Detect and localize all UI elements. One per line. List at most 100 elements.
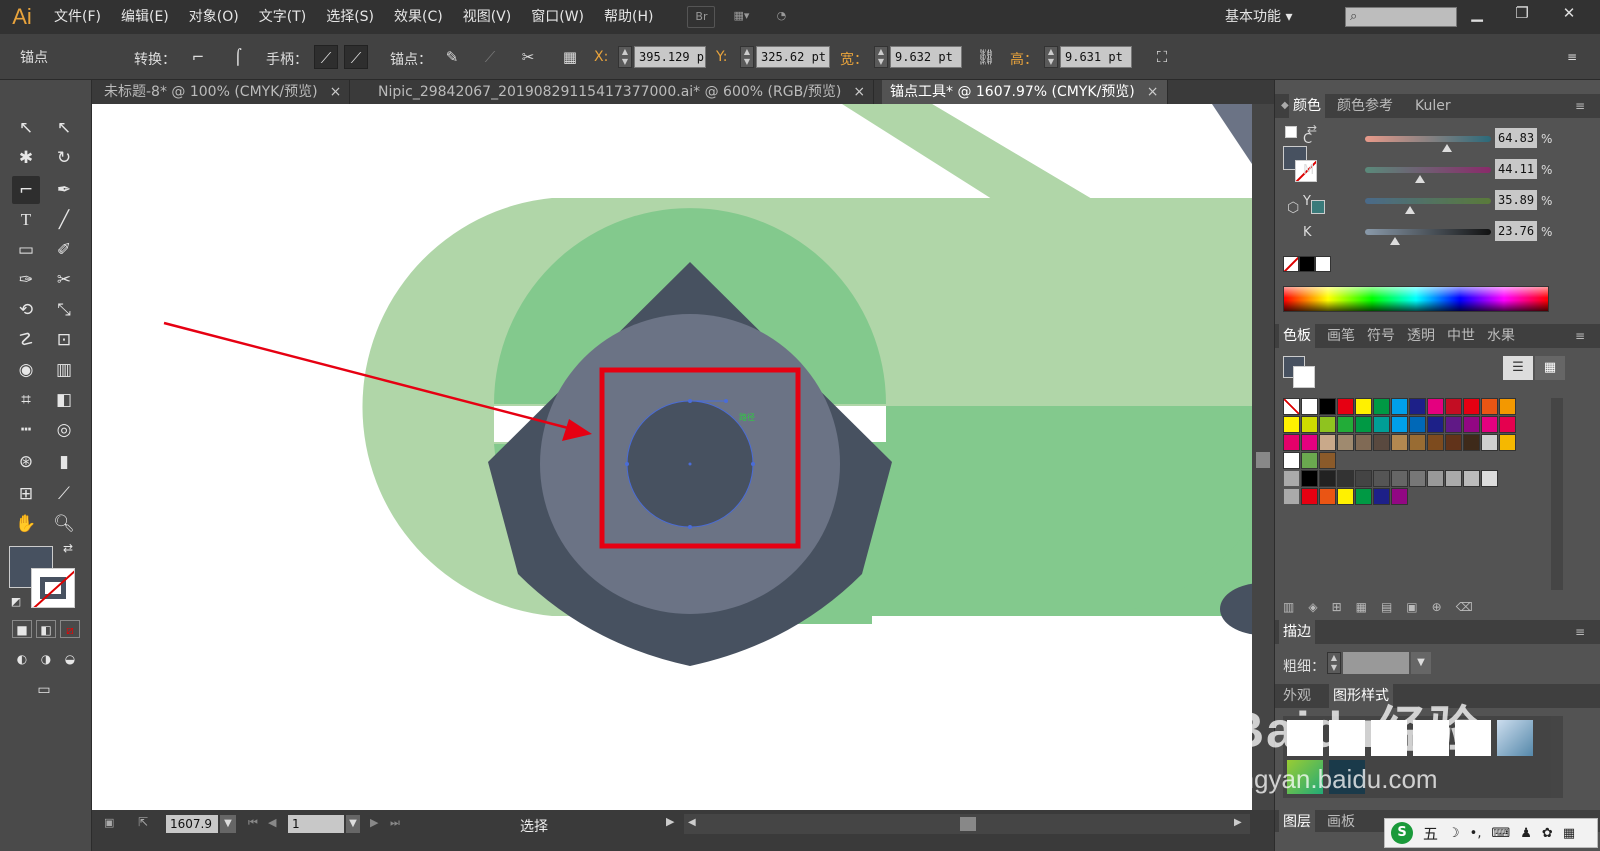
style-thumb[interactable] xyxy=(1371,720,1407,756)
color-swatch[interactable] xyxy=(1301,416,1318,433)
tab-graphic-styles[interactable]: 图形样式 xyxy=(1329,684,1393,708)
color-swatch[interactable] xyxy=(1301,470,1318,487)
menu-select[interactable]: 选择(S) xyxy=(316,0,384,34)
show-handles-icon[interactable]: ⟋ xyxy=(314,45,338,69)
color-swatch[interactable] xyxy=(1355,488,1372,505)
color-swatch[interactable] xyxy=(1301,398,1318,415)
gradient-tool-icon[interactable]: ◧ xyxy=(50,386,78,414)
draw-inside-icon[interactable]: ◒ xyxy=(60,650,80,668)
color-swatch[interactable] xyxy=(1463,470,1480,487)
tab-color-guide[interactable]: 颜色参考 xyxy=(1337,94,1393,118)
rotate-tool-icon[interactable]: ⟲ xyxy=(12,296,40,324)
stroke-swatch[interactable] xyxy=(31,568,75,608)
color-swatch[interactable] xyxy=(1319,488,1336,505)
color-spectrum[interactable] xyxy=(1283,286,1549,312)
collapse-icon[interactable]: ◆ xyxy=(1281,94,1289,118)
tab-document-1[interactable]: 未标题-8* @ 100% (CMYK/预览) × xyxy=(96,80,351,104)
color-swatch[interactable] xyxy=(1481,470,1498,487)
color-swatch[interactable] xyxy=(1499,398,1516,415)
ime-logo[interactable]: S xyxy=(1391,822,1413,844)
color-swatch[interactable] xyxy=(1373,488,1390,505)
zoom-tool-icon[interactable]: 🔍︎ xyxy=(50,510,78,538)
x-field[interactable]: 395.129 p xyxy=(634,46,706,68)
style-thumb[interactable] xyxy=(1329,720,1365,756)
tab-stroke[interactable]: 描边 xyxy=(1279,620,1315,644)
color-swatch[interactable] xyxy=(1337,434,1354,451)
shape-builder-tool-icon[interactable]: ◉ xyxy=(12,356,40,384)
artboard-field[interactable]: 1 xyxy=(288,815,344,833)
color-swatch[interactable] xyxy=(1373,470,1390,487)
color-swatch[interactable] xyxy=(1427,398,1444,415)
color-swatch[interactable] xyxy=(1355,470,1372,487)
panel-menu-icon[interactable]: ≡ xyxy=(1575,620,1585,644)
color-swatch[interactable] xyxy=(1409,470,1426,487)
color-swatch[interactable] xyxy=(1373,398,1390,415)
tab-brushes[interactable]: 画笔 xyxy=(1327,324,1355,348)
next-artboard-icon[interactable]: ▶ xyxy=(370,816,378,829)
color-swatch[interactable] xyxy=(1463,398,1480,415)
gradient-mode-icon[interactable]: ◧ xyxy=(36,620,56,638)
y-field[interactable]: 325.62 pt xyxy=(756,46,830,68)
tab-layers[interactable]: 图层 xyxy=(1279,810,1315,834)
type-tool-icon[interactable]: T xyxy=(12,206,40,234)
color-swatch[interactable] xyxy=(1391,398,1408,415)
scissors-tool-icon[interactable]: ✂ xyxy=(50,266,78,294)
color-mode-icon[interactable]: ■ xyxy=(12,620,32,638)
channel-m-slider[interactable] xyxy=(1365,167,1491,173)
graph-tool-icon[interactable]: ▮ xyxy=(50,448,78,476)
color-swatch[interactable] xyxy=(1319,398,1336,415)
tab-appearance[interactable]: 外观 xyxy=(1283,684,1311,708)
height-stepper[interactable]: ▲ ▼ xyxy=(1044,46,1058,68)
reference-point-icon[interactable]: ▦ xyxy=(558,45,582,69)
color-swatch[interactable] xyxy=(1355,434,1372,451)
list-view-icon[interactable]: ☰ xyxy=(1503,356,1533,380)
color-swatch[interactable] xyxy=(1445,416,1462,433)
color-swatch[interactable] xyxy=(1301,452,1318,469)
swatch-scrollbar[interactable] xyxy=(1551,398,1563,590)
width-field[interactable]: 9.632 pt xyxy=(890,46,962,68)
white-swatch[interactable] xyxy=(1315,256,1331,272)
menu-help[interactable]: 帮助(H) xyxy=(594,0,663,34)
workspace-switcher[interactable]: 基本功能 ▾ xyxy=(1225,0,1292,34)
tab-fruit[interactable]: 水果 xyxy=(1487,324,1515,348)
first-artboard-icon[interactable]: ⏮ xyxy=(248,816,258,830)
menu-effect[interactable]: 效果(C) xyxy=(384,0,453,34)
grid-icon[interactable]: ▦ xyxy=(1563,826,1575,841)
color-swatch[interactable] xyxy=(1427,470,1444,487)
gamut-swatch[interactable] xyxy=(1311,200,1325,214)
blob-brush-tool-icon[interactable]: ✑ xyxy=(12,266,40,294)
perspective-grid-tool-icon[interactable]: ▥ xyxy=(50,356,78,384)
color-swatch[interactable] xyxy=(1463,434,1480,451)
zoom-field[interactable]: 1607.9 xyxy=(166,815,218,833)
hscroll-thumb[interactable] xyxy=(960,817,976,831)
punctuation-icon[interactable]: •, xyxy=(1470,826,1482,841)
color-swatch[interactable] xyxy=(1391,488,1408,505)
menu-type[interactable]: 文字(T) xyxy=(249,0,316,34)
style-thumb[interactable] xyxy=(1497,720,1533,756)
pen-tool-icon[interactable]: ✒ xyxy=(50,176,78,204)
channel-c-slider[interactable] xyxy=(1365,136,1491,142)
channel-k-thumb[interactable] xyxy=(1390,237,1401,245)
channel-y-field[interactable]: 35.89 xyxy=(1495,190,1537,210)
height-field[interactable]: 9.631 pt xyxy=(1060,46,1132,68)
tab-artboards[interactable]: 画板 xyxy=(1327,810,1355,834)
status-menu-icon[interactable]: ▣ xyxy=(104,816,114,829)
restore-button[interactable]: ❐ xyxy=(1505,2,1539,24)
scroll-thumb[interactable] xyxy=(1256,452,1270,468)
mesh-tool-icon[interactable]: ⌗ xyxy=(12,386,40,414)
arrange-documents-icon[interactable]: ▦▾ xyxy=(723,6,759,28)
swatch-footer-icons[interactable]: ▥◈⊞▦▤▣⊕⌫ xyxy=(1283,600,1563,618)
swatch-stroke-preview[interactable] xyxy=(1293,366,1315,388)
color-swatch[interactable] xyxy=(1445,470,1462,487)
gpu-performance-icon[interactable]: ◔ xyxy=(767,6,795,28)
skin-icon[interactable]: ✿ xyxy=(1542,826,1553,841)
thumbnail-view-icon[interactable]: ▦ xyxy=(1535,356,1565,380)
scale-tool-icon[interactable]: ⤡ xyxy=(50,296,78,324)
last-artboard-icon[interactable]: ⏭ xyxy=(390,816,400,830)
menu-window[interactable]: 窗口(W) xyxy=(521,0,594,34)
close-tab-icon[interactable]: × xyxy=(330,84,342,100)
swap-fill-stroke-icon[interactable]: ⇄ xyxy=(60,540,76,556)
y-stepper[interactable]: ▲ ▼ xyxy=(740,46,754,68)
menu-object[interactable]: 对象(O) xyxy=(179,0,249,34)
tab-color[interactable]: 颜色 xyxy=(1289,94,1325,118)
